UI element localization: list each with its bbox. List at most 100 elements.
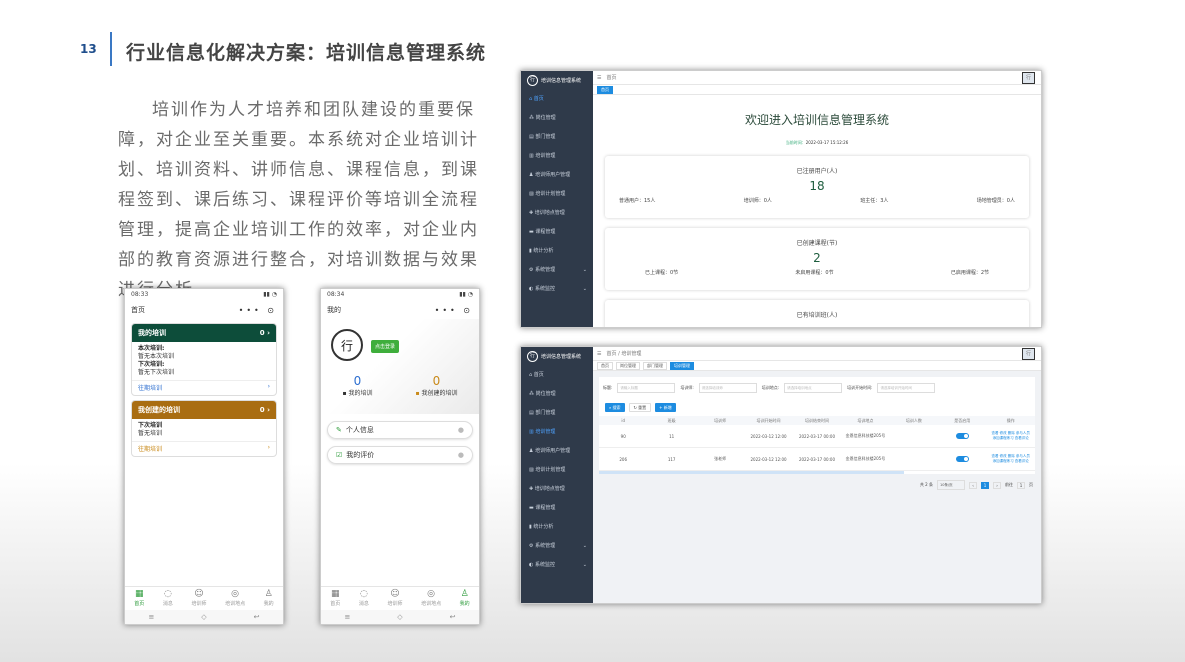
avatar[interactable]: 行 — [331, 329, 363, 361]
sidebar-item-location[interactable]: ✚ 培训地点管理 — [521, 479, 593, 498]
sidebar-item-stats[interactable]: ▮ 统计分析 — [521, 241, 593, 260]
folder-icon: ▪ — [415, 390, 420, 397]
my-training-stat[interactable]: 0 ▪ 我的培训 — [342, 374, 372, 397]
tab-post[interactable]: 岗位管理 — [616, 361, 640, 370]
search-button[interactable]: ⌕ 搜索 — [605, 403, 625, 412]
sidebar-item-system[interactable]: ⚙ 系统管理 ⌄ — [521, 536, 593, 555]
breadcrumb[interactable]: 首页 / 培训管理 — [606, 350, 641, 357]
sidebar-item-dept[interactable]: ▤ 部门管理 — [521, 403, 593, 422]
courses-card: 已创建课程(节) 2 已上课程：0节 未启用课程：0节 已启用课程：2节 — [605, 228, 1029, 290]
user-avatar[interactable]: 行 — [1022, 348, 1035, 360]
past-training-link[interactable]: 往期培训 — [138, 444, 162, 453]
filter-bar: 标题: 请输入标题 培训师: 请选择培训师 培训地点: 请选择培训地点 培训开始时间:… — [599, 377, 1035, 399]
hamburger-icon[interactable]: ☰ — [597, 351, 601, 357]
person-icon: ♙ — [264, 589, 273, 599]
sidebar-item-home[interactable]: ⌂ 首页 — [521, 365, 593, 384]
logo-icon: 行 — [527, 74, 538, 86]
past-training-link[interactable]: 往期培训 — [138, 383, 162, 392]
more-menu-icon[interactable]: ••• ⊙ — [239, 306, 277, 315]
login-button[interactable]: 点击登录 — [371, 340, 400, 353]
row-actions[interactable]: 查看 修改 删除 参与人员 添加课程练习 查看评论 — [987, 454, 1035, 464]
back-icon[interactable]: ↩ — [254, 613, 260, 621]
home-icon: ▦ — [331, 589, 340, 599]
more-menu-icon[interactable]: ••• ⊙ — [435, 306, 473, 315]
created-training-stat[interactable]: 0 ▪ 我创建的培训 — [415, 374, 457, 397]
goto-page-input[interactable]: 1 — [1017, 481, 1025, 489]
sidebar-item-plan[interactable]: ▨ 培训计划管理 — [521, 460, 593, 479]
add-button[interactable]: + 新增 — [655, 403, 676, 412]
welcome-title: 欢迎进入培训信息管理系统 — [744, 113, 889, 127]
sidebar-item-stats[interactable]: ▮ 统计分析 — [521, 517, 593, 536]
personal-info-row[interactable]: ✎ 个人信息 ● — [327, 421, 473, 439]
menu-icon[interactable]: ≡ — [344, 613, 350, 621]
tab-messages[interactable]: ◌ 消息 — [163, 587, 173, 610]
review-icon: ☑ — [336, 451, 343, 459]
row-actions[interactable]: 查看 修改 删除 参与人员 添加课程练习 查看评论 — [987, 431, 1035, 441]
enable-toggle[interactable] — [955, 432, 969, 439]
user-avatar[interactable]: 行 — [1022, 72, 1035, 84]
prev-page-button[interactable]: ‹ — [969, 481, 977, 489]
breadcrumb[interactable]: 首页 — [606, 74, 616, 81]
phone-header-title: 我的 — [327, 306, 341, 314]
tab-home[interactable]: 首页 — [597, 361, 613, 370]
tab-messages[interactable]: ◌ 消息 — [359, 587, 369, 610]
page-size-select[interactable]: 10条/页 — [937, 480, 965, 490]
chevron-right-icon: › — [267, 383, 270, 390]
sidebar-item-trainer[interactable]: ♟ 培训师用户管理 — [521, 441, 593, 460]
table-row[interactable]: 90 11 2022-03-12 12:00 2022-03-17 00:00 金恩信息… — [599, 425, 1035, 448]
sidebar-item-system[interactable]: ⚙ 系统管理 ⌄ — [521, 260, 593, 279]
admin-training-screenshot: 行培训信息管理系统 ⌂ 首页 ⁂ 岗位管理 ▤ 部门管理 ▥ 培训管理 ♟ 培训… — [520, 346, 1042, 604]
home-nav-icon[interactable]: ◇ — [397, 613, 402, 621]
reset-button[interactable]: ↻ 重置 — [628, 403, 652, 412]
menu-icon[interactable]: ≡ — [148, 613, 154, 621]
sidebar-item-monitor[interactable]: ◐ 系统监控 ⌄ — [521, 279, 593, 298]
created-training-card[interactable]: 我创建的培训 0 › 下次培训 暂无培训 往期培训 › — [131, 400, 277, 457]
page-1-button[interactable]: 1 — [981, 481, 989, 489]
sidebar-item-plan[interactable]: ▨ 培训计划管理 — [521, 184, 593, 203]
enable-toggle[interactable] — [955, 455, 969, 462]
sidebar-item-post[interactable]: ⁂ 岗位管理 — [521, 384, 593, 403]
location-select[interactable]: 请选择培训地点 — [784, 383, 843, 393]
training-table: id 班级 培训师 培训开始时间 培训结束时间 培训地点 培训人数 是否启用 操作 90 11 20… — [599, 416, 1035, 474]
sidebar-item-home[interactable]: ⌂ 首页 — [521, 89, 593, 108]
status-icons: ▮▮ ◔ — [263, 291, 277, 298]
pagination: 共 2 条 10条/页 ‹ 1 › 前往 1 页 — [593, 474, 1041, 496]
current-time: 当前时间：2022-03-17 15:12:26 — [785, 140, 849, 145]
next-page-button[interactable]: › — [993, 481, 1001, 489]
tab-dept[interactable]: 部门管理 — [643, 361, 667, 370]
label: 下次培训 — [138, 422, 163, 429]
title-input[interactable]: 请输入标题 — [617, 383, 676, 393]
tab-trainer[interactable]: ☺ 培训师 — [191, 587, 206, 610]
tab-location[interactable]: ◎ 培训地点 — [421, 587, 441, 610]
tab-training[interactable]: 培训管理 — [670, 361, 694, 370]
location-icon: ◎ — [427, 589, 435, 599]
back-icon[interactable]: ↩ — [450, 613, 456, 621]
sidebar-item-dept[interactable]: ▤ 部门管理 — [521, 127, 593, 146]
home-nav-icon[interactable]: ◇ — [201, 613, 206, 621]
sidebar-item-location[interactable]: ✚ 培训地点管理 — [521, 203, 593, 222]
card-title: 我的培训 — [138, 329, 166, 337]
tab-location[interactable]: ◎ 培训地点 — [225, 587, 245, 610]
tab-home[interactable]: ▦ 首页 — [330, 587, 340, 610]
my-reviews-row[interactable]: ☑ 我的评价 ● — [327, 446, 473, 464]
sidebar-item-course[interactable]: ▬ 课程管理 — [521, 222, 593, 241]
sidebar-item-training[interactable]: ▥ 培训管理 — [521, 146, 593, 165]
tab-trainer[interactable]: ☺ 培训师 — [387, 587, 402, 610]
tab-home[interactable]: ▦ 首页 — [134, 587, 144, 610]
hamburger-icon[interactable]: ☰ — [597, 75, 601, 81]
sidebar-item-training[interactable]: ▥ 培训管理 — [521, 422, 593, 441]
start-time-picker[interactable]: 请选择培训开始时间 — [877, 383, 936, 393]
sidebar-item-monitor[interactable]: ◐ 系统监控 ⌄ — [521, 555, 593, 574]
tab-me[interactable]: ♙ 我的 — [460, 587, 470, 610]
value: 暂无下次培训 — [138, 369, 175, 376]
table-row[interactable]: 206 117 张老师 2022-03-12 12:00 2022-03-17 00:0… — [599, 448, 1035, 471]
tab-me[interactable]: ♙ 我的 — [264, 587, 274, 610]
home-icon: ▦ — [135, 589, 144, 599]
tab-home[interactable]: 首页 — [597, 85, 613, 94]
card-count: 0 › — [259, 406, 270, 414]
sidebar-item-course[interactable]: ▬ 课程管理 — [521, 498, 593, 517]
sidebar-item-post[interactable]: ⁂ 岗位管理 — [521, 108, 593, 127]
sidebar-item-trainer[interactable]: ♟ 培训师用户管理 — [521, 165, 593, 184]
my-training-card[interactable]: 我的培训 0 › 本次培训: 暂无本次培训 下次培训: 暂无下次培训 往期培训 › — [131, 323, 277, 396]
trainer-select[interactable]: 请选择培训师 — [698, 383, 757, 393]
